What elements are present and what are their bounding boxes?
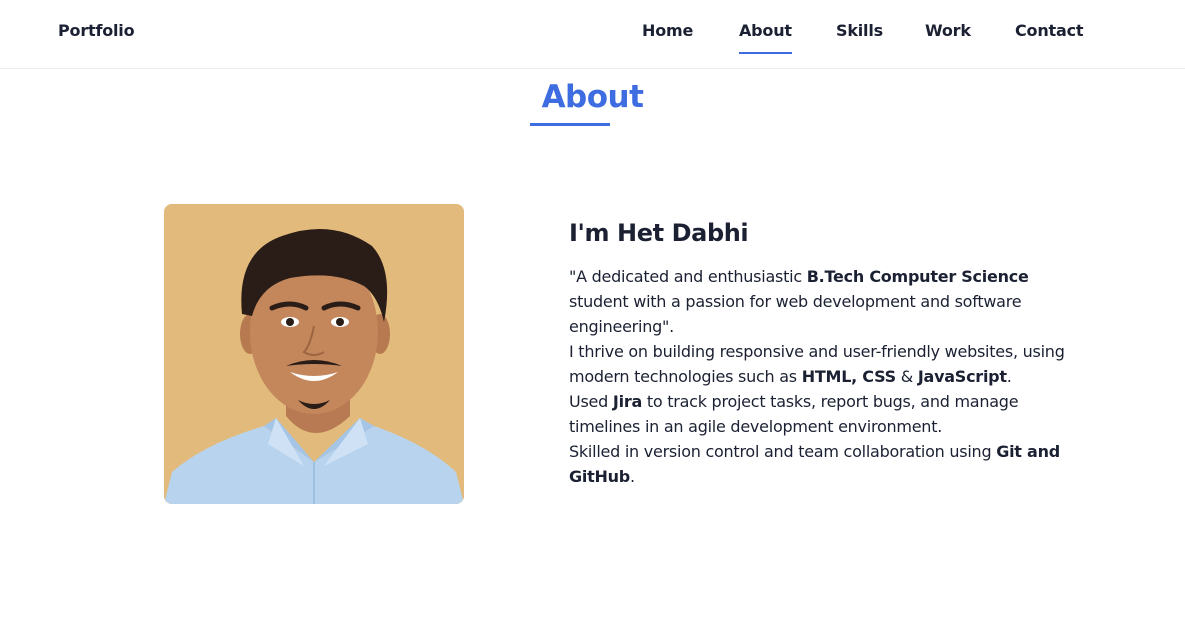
nav-home[interactable]: Home [642, 21, 693, 40]
about-text: I'm Het Dabhi "A dedicated and enthusias… [569, 216, 1089, 489]
about-description: "A dedicated and enthusiastic B.Tech Com… [569, 264, 1089, 489]
main-nav: Home About Skills Work Contact [0, 21, 1185, 61]
name-heading: I'm Het Dabhi [569, 219, 749, 247]
nav-contact[interactable]: Contact [1015, 21, 1084, 40]
portrait-icon [164, 204, 464, 504]
title-underline [530, 123, 610, 126]
bold-javascript: JavaScript [917, 367, 1007, 386]
bold-degree: B.Tech Computer Science [806, 267, 1029, 286]
profile-photo [164, 204, 464, 504]
bold-html-css: HTML, CSS [801, 367, 896, 386]
text-segment: "A dedicated and enthusiastic [569, 267, 807, 286]
text-segment: & [895, 367, 918, 386]
text-segment: Skilled in version control and team coll… [569, 442, 997, 461]
text-segment: . [1006, 367, 1012, 386]
nav-skills[interactable]: Skills [836, 21, 883, 40]
text-segment: student with a passion for web developme… [569, 292, 1022, 336]
site-header: Portfolio Home About Skills Work Contact [0, 0, 1185, 69]
text-segment: Used [569, 392, 613, 411]
text-segment: . [630, 467, 635, 486]
nav-about[interactable]: About [739, 21, 792, 54]
nav-work[interactable]: Work [925, 21, 971, 40]
bold-jira: Jira [612, 392, 643, 411]
section-title: About [541, 79, 644, 115]
